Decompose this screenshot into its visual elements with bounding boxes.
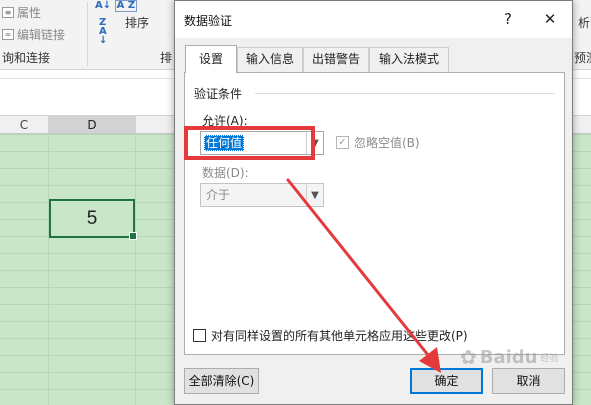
close-button[interactable]: ✕ <box>535 7 565 31</box>
ribbon-right-truncated-2: 预测 <box>574 51 591 65</box>
help-button[interactable]: ? <box>493 7 523 31</box>
properties-icon: ≡ <box>2 7 14 18</box>
validation-criteria-label: 验证条件 <box>194 87 243 101</box>
group-divider <box>255 93 555 94</box>
baidu-watermark: ✿ Baidu 经验 <box>460 345 559 369</box>
cancel-button[interactable]: 取消 <box>492 368 565 394</box>
ignore-blank-label: 忽略空值(B) <box>354 136 420 150</box>
checkbox-icon <box>193 329 206 342</box>
grid-line <box>135 134 136 405</box>
ribbon-right-truncated-1[interactable]: 析 <box>578 14 590 31</box>
apply-all-checkbox[interactable]: 对有同样设置的所有其他单元格应用这些更改(P) <box>193 327 468 344</box>
grid-line <box>48 134 49 405</box>
column-header-c[interactable]: C <box>0 116 49 134</box>
ribbon-edit-links[interactable]: ∞ 编辑链接 <box>2 26 65 43</box>
chevron-down-icon[interactable]: ▼ <box>306 132 323 154</box>
settings-panel: 验证条件 允许(A): 任何值 ▼ ✓ 忽略空值(B) 数据(D): 介于 ▼ … <box>184 72 565 355</box>
selected-cell[interactable]: 5 <box>49 199 137 240</box>
ribbon-group-queries-label: 询和连接 <box>2 51 51 65</box>
paw-icon: ✿ <box>460 345 477 369</box>
allow-label: 允许(A): <box>202 114 248 128</box>
clear-all-button[interactable]: 全部清除(C) <box>184 368 259 394</box>
data-label: 数据(D): <box>202 166 249 180</box>
watermark-subtext: 经验 <box>540 353 559 364</box>
data-dropdown-value: 介于 <box>206 188 231 202</box>
ok-button[interactable]: 确定 <box>410 368 483 394</box>
allow-dropdown-value: 任何值 <box>204 135 245 151</box>
data-dropdown[interactable]: 介于 ▼ <box>200 183 324 207</box>
ribbon-group-sort-label: 排 <box>160 51 173 65</box>
dialog-titlebar[interactable]: 数据验证 ? ✕ <box>175 1 572 38</box>
tab-ime-mode[interactable]: 输入法模式 <box>369 47 449 72</box>
ribbon-properties[interactable]: ≡ 属性 <box>2 4 41 21</box>
edit-links-icon: ∞ <box>2 29 14 40</box>
allow-dropdown[interactable]: 任何值 ▼ <box>200 131 324 155</box>
tab-input-message[interactable]: 输入信息 <box>237 47 303 72</box>
ribbon-separator <box>87 2 88 66</box>
tab-settings[interactable]: 设置 <box>185 45 237 73</box>
apply-all-label: 对有同样设置的所有其他单元格应用这些更改(P) <box>211 329 468 343</box>
column-header-d[interactable]: D <box>49 116 136 134</box>
chevron-down-icon[interactable]: ▼ <box>306 184 323 206</box>
sort-za-icon[interactable]: Z A ↓ <box>99 18 109 46</box>
ribbon-sort-button[interactable]: 排序 <box>125 14 149 31</box>
sort-az-icon[interactable]: A↓ A Z <box>95 0 138 12</box>
checkmark-icon: ✓ <box>336 136 349 149</box>
dialog-title: 数据验证 <box>184 14 233 28</box>
ignore-blank-checkbox[interactable]: ✓ 忽略空值(B) <box>336 134 420 151</box>
tab-error-alert[interactable]: 出错警告 <box>303 47 369 72</box>
watermark-text: Baidu <box>479 346 538 368</box>
